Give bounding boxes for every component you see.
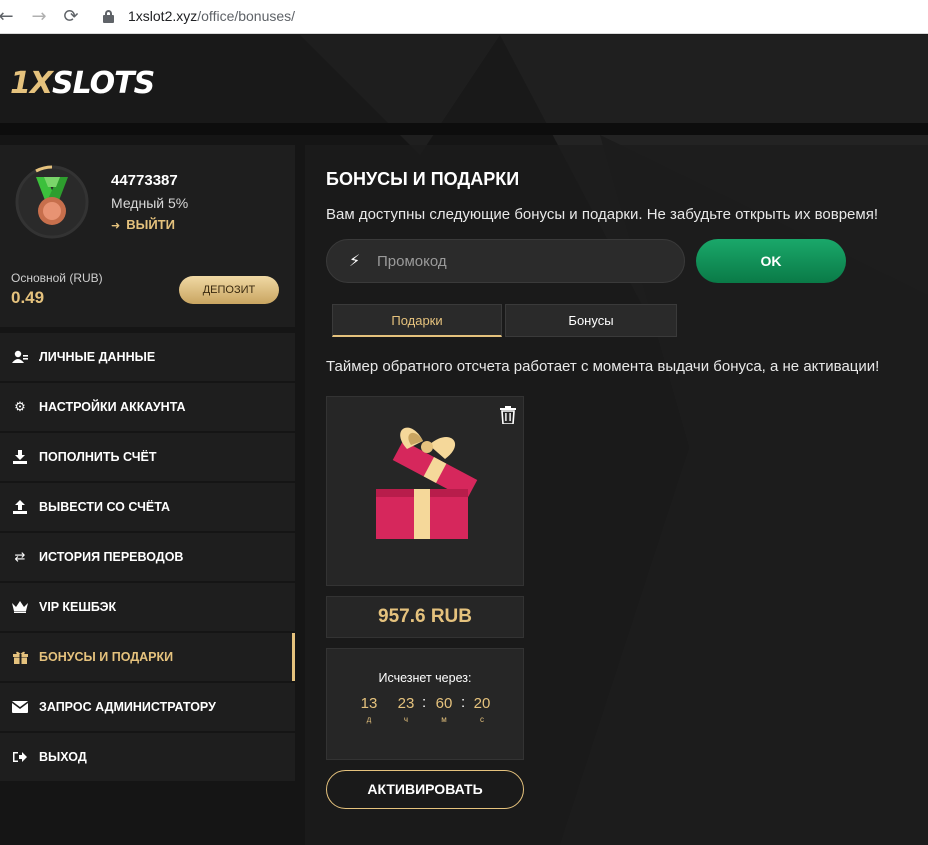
menu-item-transfer-history[interactable]: ⇄ ИСТОРИЯ ПЕРЕВОДОВ	[0, 533, 295, 581]
address-bar[interactable]: 1xslot2.xyz/office/bonuses/	[128, 8, 295, 24]
profile-panel: 44773387 Медный 5% ➜ ВЫЙТИ Основной (RUB)…	[0, 145, 295, 327]
upload-icon	[11, 498, 29, 516]
site-logo[interactable]: 1XSLOTS	[10, 66, 155, 101]
countdown-separator: :	[461, 694, 466, 711]
activate-button[interactable]: АКТИВИРОВАТЬ	[326, 770, 524, 809]
expiry-countdown: Исчезнет через: 13 д 23 ч : 60 м : 20 с	[326, 648, 524, 760]
gift-card	[326, 396, 524, 586]
deposit-button[interactable]: ДЕПОЗИТ	[179, 276, 279, 304]
tab-gifts[interactable]: Подарки	[332, 304, 502, 337]
countdown-seconds: 20 с	[473, 695, 491, 724]
logout-link[interactable]: ➜ ВЫЙТИ	[111, 217, 175, 232]
promo-field: ⚡	[326, 239, 685, 283]
crown-icon	[11, 598, 29, 616]
account-menu: ЛИЧНЫЕ ДАННЫЕ ⚙ НАСТРОЙКИ АККАУНТА ПОПОЛ…	[0, 333, 295, 783]
logout-icon: ➜	[111, 219, 121, 232]
gift-amount: 957.6 RUB	[326, 596, 524, 638]
gift-icon	[11, 648, 29, 666]
gears-icon: ⚙	[14, 399, 26, 415]
promo-ok-button[interactable]: OK	[696, 239, 846, 283]
promo-code-input[interactable]	[377, 240, 667, 282]
tab-bonuses[interactable]: Бонусы	[505, 304, 677, 337]
countdown-separator: :	[422, 694, 427, 711]
medal-icon	[36, 177, 68, 225]
menu-item-account-settings[interactable]: ⚙ НАСТРОЙКИ АККАУНТА	[0, 383, 295, 431]
countdown-minutes: 60 м	[435, 695, 453, 724]
menu-item-vip-cashback[interactable]: VIP КЕШБЭК	[0, 583, 295, 631]
balance-label: Основной (RUB)	[11, 271, 103, 285]
page-subtitle: Вам доступны следующие бонусы и подарки.…	[326, 206, 879, 223]
page-title: БОНУСЫ И ПОДАРКИ	[326, 169, 520, 189]
menu-item-admin-request[interactable]: ЗАПРОС АДМИНИСТРАТОРУ	[0, 683, 295, 731]
lock-icon[interactable]	[103, 10, 114, 23]
menu-item-personal-data[interactable]: ЛИЧНЫЕ ДАННЫЕ	[0, 333, 295, 381]
url-host: 1xslot2.xyz	[128, 8, 198, 24]
countdown-hours: 23 ч	[397, 695, 415, 724]
menu-item-withdraw[interactable]: ВЫВЕСТИ СО СЧЁТА	[0, 483, 295, 531]
back-arrow-icon[interactable]: ←	[0, 7, 16, 27]
exchange-icon: ⇄	[14, 549, 26, 565]
reload-icon[interactable]: ⟳	[61, 7, 81, 27]
user-id: 44773387	[111, 172, 178, 189]
site-header: 1XSLOTS	[0, 35, 928, 135]
open-gift-icon	[376, 427, 478, 539]
lightning-icon: ⚡	[349, 251, 361, 270]
menu-item-exit[interactable]: ВЫХОД	[0, 733, 295, 781]
download-icon	[11, 448, 29, 466]
expire-label: Исчезнет через:	[378, 671, 472, 685]
envelope-icon	[11, 698, 29, 716]
user-level: Медный 5%	[111, 195, 189, 211]
url-path: /office/bonuses/	[197, 8, 296, 24]
browser-toolbar: ← → ⟳ 1xslot2.xyz/office/bonuses/	[0, 0, 928, 34]
exit-icon	[11, 748, 29, 766]
main-content: БОНУСЫ И ПОДАРКИ Вам доступны следующие …	[305, 145, 928, 845]
user-card-icon	[11, 348, 29, 366]
menu-item-deposit[interactable]: ПОПОЛНИТЬ СЧЁТ	[0, 433, 295, 481]
forward-arrow-icon[interactable]: →	[29, 7, 49, 27]
menu-item-bonuses-gifts[interactable]: БОНУСЫ И ПОДАРКИ	[0, 633, 295, 681]
timer-note: Таймер обратного отсчета работает с моме…	[326, 358, 880, 375]
balance-value: 0.49	[11, 288, 45, 307]
trash-icon[interactable]	[500, 406, 516, 424]
countdown-days: 13 д	[360, 695, 378, 724]
page: 1XSLOTS 44773387 Медный 5% ➜ ВЫЙТИ Основн…	[0, 35, 928, 845]
